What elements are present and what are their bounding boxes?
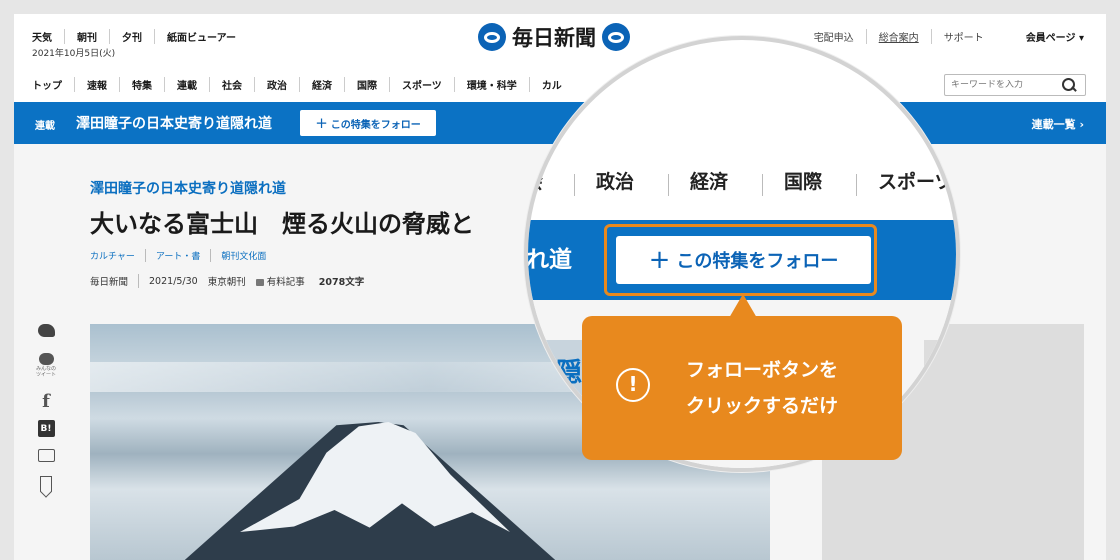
- article-tags: カルチャー アート・書 朝刊文化面: [90, 249, 276, 262]
- article-series-title[interactable]: 澤田瞳子の日本史寄り道隠れ道: [90, 178, 286, 198]
- series-tag: 連載: [35, 121, 55, 132]
- nav-international[interactable]: 国際: [344, 76, 389, 92]
- twitter-icon[interactable]: [37, 324, 55, 337]
- utility-links: 天気 朝刊 夕刊 紙面ビューアー: [32, 24, 248, 48]
- article-source: 毎日新聞: [90, 274, 140, 288]
- member-page-menu[interactable]: 会員ページ ▾: [1014, 29, 1084, 44]
- link-support[interactable]: サポート: [930, 28, 996, 44]
- instruction-callout: ! フォローボタンを クリックするだけ: [582, 294, 902, 460]
- zoomed-series-title: れ道: [526, 247, 572, 273]
- screenshot-frame: 天気 朝刊 夕刊 紙面ビューアー 毎日新聞 宅配申込 総合案内 サポート 会員ペ…: [14, 14, 1106, 560]
- paid-label: 有料記事: [266, 277, 305, 288]
- site-logo[interactable]: 毎日新聞: [478, 22, 630, 52]
- nav-sports[interactable]: スポーツ: [389, 76, 454, 92]
- zoomed-side-ad: [924, 340, 956, 468]
- share-sidebar: みんなの ツイート f B!: [36, 324, 56, 492]
- category-navigation: トップ 速報 特集 連載 社会 政治 経済 国際 スポーツ 環境・科学 カル: [14, 72, 1106, 96]
- nav-politics[interactable]: 政治: [254, 76, 299, 92]
- link-general-info[interactable]: 総合案内: [865, 28, 931, 44]
- zoomed-nav: 会 政治 経済 国際 スポーツ: [528, 165, 956, 199]
- nav-culture[interactable]: カル: [528, 76, 574, 92]
- exclamation-icon: !: [616, 368, 650, 402]
- tag-culture-page[interactable]: 朝刊文化面: [210, 249, 276, 262]
- link-paper-viewer[interactable]: 紙面ビューアー: [154, 28, 248, 44]
- zoomed-nav-politics: 政治: [596, 171, 635, 193]
- tag-art[interactable]: アート・書: [144, 249, 210, 262]
- nav-economy[interactable]: 経済: [299, 76, 344, 92]
- search-icon[interactable]: [1060, 77, 1076, 93]
- zoomed-follow-button[interactable]: + この特集をフォロー: [616, 236, 871, 284]
- article-meta: 毎日新聞 2021/5/30 東京朝刊 有料記事 2078文字: [90, 274, 364, 288]
- link-weather[interactable]: 天気: [32, 29, 64, 44]
- nav-features[interactable]: 特集: [119, 76, 164, 92]
- link-morning-edition[interactable]: 朝刊: [64, 28, 109, 44]
- zoomed-nav-international: 国際: [784, 171, 823, 193]
- comment-icon[interactable]: [37, 449, 55, 462]
- logo-left-icon: [478, 23, 506, 51]
- nav-society[interactable]: 社会: [209, 76, 254, 92]
- follow-series-button[interactable]: + この特集をフォロー: [300, 110, 436, 136]
- plus-icon: +: [315, 114, 328, 132]
- bookmark-icon[interactable]: [40, 476, 52, 492]
- char-count: 2078文字: [318, 277, 365, 288]
- search-input[interactable]: [945, 80, 1060, 90]
- follow-label: この特集をフォロー: [330, 119, 421, 131]
- nav-series[interactable]: 連載: [164, 76, 209, 92]
- current-date: 2021年10月5日(火): [32, 49, 116, 59]
- facebook-icon[interactable]: f: [42, 390, 50, 412]
- nav-environment-science[interactable]: 環境・科学: [453, 76, 529, 92]
- hatena-bookmark-icon[interactable]: B!: [37, 420, 55, 437]
- zoomed-follow-label: この特集をフォロー: [676, 251, 839, 272]
- category-list: トップ 速報 特集 連載 社会 政治 経済 国際 スポーツ 環境・科学 カル: [32, 72, 574, 96]
- tag-culture[interactable]: カルチャー: [90, 249, 145, 262]
- zoomed-plus-icon: +: [648, 245, 671, 275]
- nav-top[interactable]: トップ: [32, 77, 74, 92]
- article-edition: 東京朝刊: [207, 277, 246, 288]
- series-list-link[interactable]: 連載一覧 ›: [1032, 116, 1084, 132]
- nav-breaking[interactable]: 速報: [74, 76, 119, 92]
- tweet-bubble-icon[interactable]: [38, 353, 54, 365]
- callout-line-1: フォローボタンを: [686, 359, 839, 381]
- zoomed-series-heading: 隠: [556, 358, 583, 388]
- article-headline: 大いなる富士山 煙る火山の脅威と: [90, 210, 474, 238]
- zoomed-nav-economy: 経済: [690, 171, 729, 193]
- account-links: 宅配申込 総合案内 サポート 会員ページ ▾: [802, 24, 1084, 48]
- series-title[interactable]: 澤田瞳子の日本史寄り道隠れ道: [76, 113, 272, 133]
- link-evening-edition[interactable]: 夕刊: [109, 28, 154, 44]
- logo-right-icon: [602, 23, 630, 51]
- callout-line-2: クリックするだけ: [686, 395, 839, 417]
- tweet-label: みんなの ツイート: [36, 366, 57, 378]
- callout-text: フォローボタンを クリックするだけ: [686, 352, 838, 424]
- logo-text: 毎日新聞: [512, 25, 596, 50]
- top-navigation: 天気 朝刊 夕刊 紙面ビューアー 毎日新聞 宅配申込 総合案内 サポート 会員ペ…: [14, 23, 1106, 51]
- search-box: [944, 74, 1086, 96]
- lock-icon: [255, 278, 264, 286]
- article-date: 2021/5/30: [149, 275, 198, 287]
- zoomed-nav-sports: スポーツ: [878, 171, 954, 193]
- link-delivery[interactable]: 宅配申込: [802, 29, 866, 44]
